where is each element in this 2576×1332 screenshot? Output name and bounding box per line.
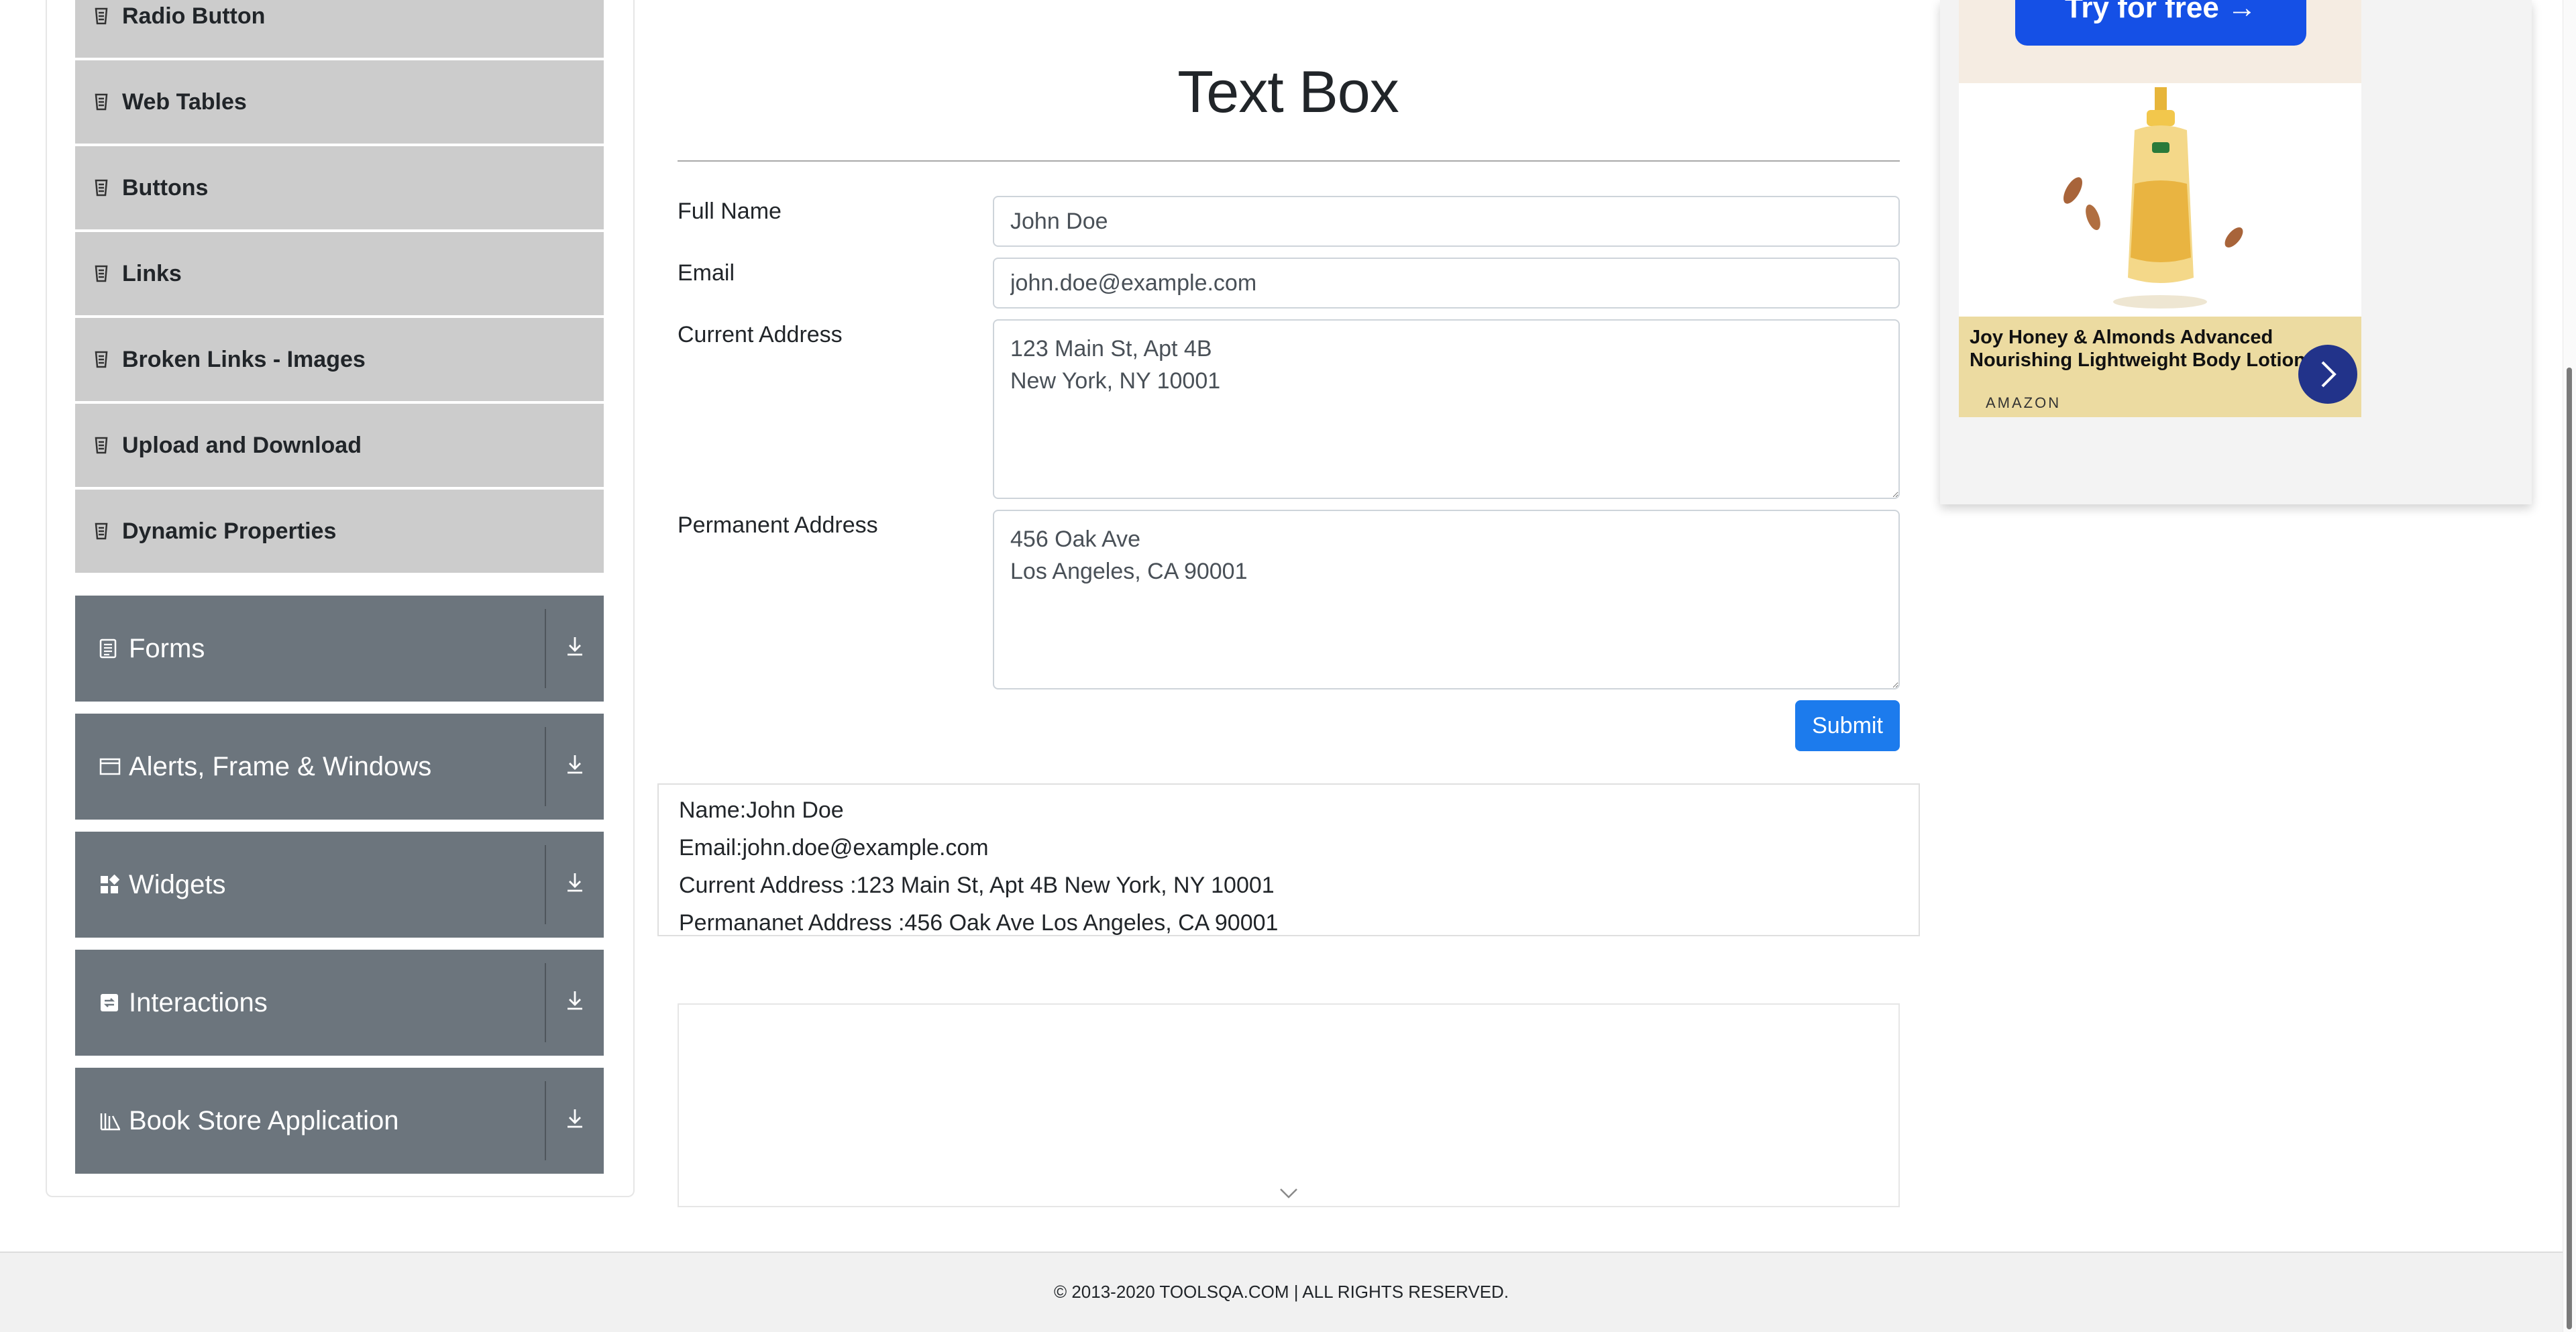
sidebar-item-radio-button[interactable]: Radio Button <box>75 0 604 58</box>
download-arrow-icon[interactable] <box>546 989 604 1017</box>
list-icon <box>94 93 113 111</box>
sidebar-item-label: Links <box>122 260 182 286</box>
sidebar-item-web-tables[interactable]: Web Tables <box>75 60 604 144</box>
group-label: Interactions <box>129 987 268 1017</box>
ad-caption[interactable]: Joy Honey & Almonds Advanced Nourishing … <box>1959 317 2361 417</box>
sidebar-item-dynamic-properties[interactable]: Dynamic Properties <box>75 490 604 573</box>
output-permanent-address: Permananet Address :456 Oak Ave Los Ange… <box>679 910 1279 936</box>
full-name-label: Full Name <box>678 199 782 224</box>
full-name-input[interactable] <box>993 196 1900 247</box>
ad-placeholder-box <box>678 1003 1900 1207</box>
copyright-text: © 2013-2020 TOOLSQA.COM | ALL RIGHTS RES… <box>1053 1282 1509 1302</box>
sidebar-item-label: Broken Links - Images <box>122 346 366 372</box>
books-icon <box>99 1111 122 1131</box>
scrollbar-thumb[interactable] <box>2567 368 2572 1329</box>
advertisement[interactable]: Try for free → Joy Honey & Almonds Advan… <box>1940 0 2532 504</box>
sidebar-item-links[interactable]: Links <box>75 232 604 315</box>
email-input[interactable] <box>993 258 1900 309</box>
download-arrow-icon[interactable] <box>546 753 604 781</box>
output-name: Name:John Doe <box>679 797 844 823</box>
group-label: Forms <box>129 633 205 663</box>
sidebar-item-label: Upload and Download <box>122 432 362 458</box>
group-header-forms[interactable]: Forms <box>75 596 604 702</box>
group-header-book-store[interactable]: Book Store Application <box>75 1068 604 1174</box>
permanent-address-label: Permanent Address <box>678 512 878 538</box>
sidebar-item-upload-download[interactable]: Upload and Download <box>75 404 604 487</box>
download-arrow-icon[interactable] <box>546 634 604 663</box>
email-label: Email <box>678 260 735 286</box>
list-icon <box>94 351 113 368</box>
download-arrow-icon[interactable] <box>546 1107 604 1135</box>
chevron-down-icon[interactable] <box>1279 1180 1299 1206</box>
sidebar-item-label: Dynamic Properties <box>122 518 337 544</box>
title-divider <box>678 160 1900 162</box>
sidebar-item-buttons[interactable]: Buttons <box>75 146 604 229</box>
interactions-icon <box>99 993 122 1013</box>
sidebar-item-label: Web Tables <box>122 89 247 115</box>
current-address-label: Current Address <box>678 322 843 347</box>
document-icon <box>99 639 122 659</box>
output-current-address: Current Address :123 Main St, Apt 4B New… <box>679 873 1275 898</box>
list-icon <box>94 437 113 454</box>
permanent-address-textarea[interactable]: 456 Oak Ave Los Angeles, CA 90001 <box>993 510 1900 689</box>
window-icon <box>99 757 122 776</box>
ad-brand: AMAZON <box>1986 394 2061 411</box>
page-title: Text Box <box>1177 58 1399 125</box>
output-box: Name:John Doe Email:john.doe@example.com… <box>657 783 1920 936</box>
group-label: Widgets <box>129 869 226 899</box>
list-icon <box>94 179 113 197</box>
group-header-interactions[interactable]: Interactions <box>75 950 604 1056</box>
download-arrow-icon[interactable] <box>546 871 604 899</box>
group-label: Alerts, Frame & Windows <box>129 751 432 781</box>
ad-cta-button[interactable]: Try for free → <box>2015 0 2306 46</box>
list-icon <box>94 265 113 282</box>
ad-title: Joy Honey & Almonds Advanced Nourishing … <box>1970 327 2306 371</box>
output-email: Email:john.doe@example.com <box>679 835 989 861</box>
sidebar-item-label: Buttons <box>122 174 209 201</box>
submit-button[interactable]: Submit <box>1795 700 1900 751</box>
chevron-right-icon[interactable] <box>2298 345 2357 404</box>
footer: © 2013-2020 TOOLSQA.COM | ALL RIGHTS RES… <box>0 1252 2563 1332</box>
list-icon <box>94 7 113 25</box>
sidebar-item-broken-links[interactable]: Broken Links - Images <box>75 318 604 401</box>
group-header-widgets[interactable]: Widgets <box>75 832 604 938</box>
product-image <box>1959 83 2361 317</box>
group-header-alerts[interactable]: Alerts, Frame & Windows <box>75 714 604 820</box>
group-label: Book Store Application <box>129 1105 399 1135</box>
current-address-textarea[interactable]: 123 Main St, Apt 4B New York, NY 10001 <box>993 319 1900 499</box>
widgets-icon <box>99 875 122 895</box>
list-icon <box>94 522 113 540</box>
sidebar-item-label: Radio Button <box>122 3 266 29</box>
